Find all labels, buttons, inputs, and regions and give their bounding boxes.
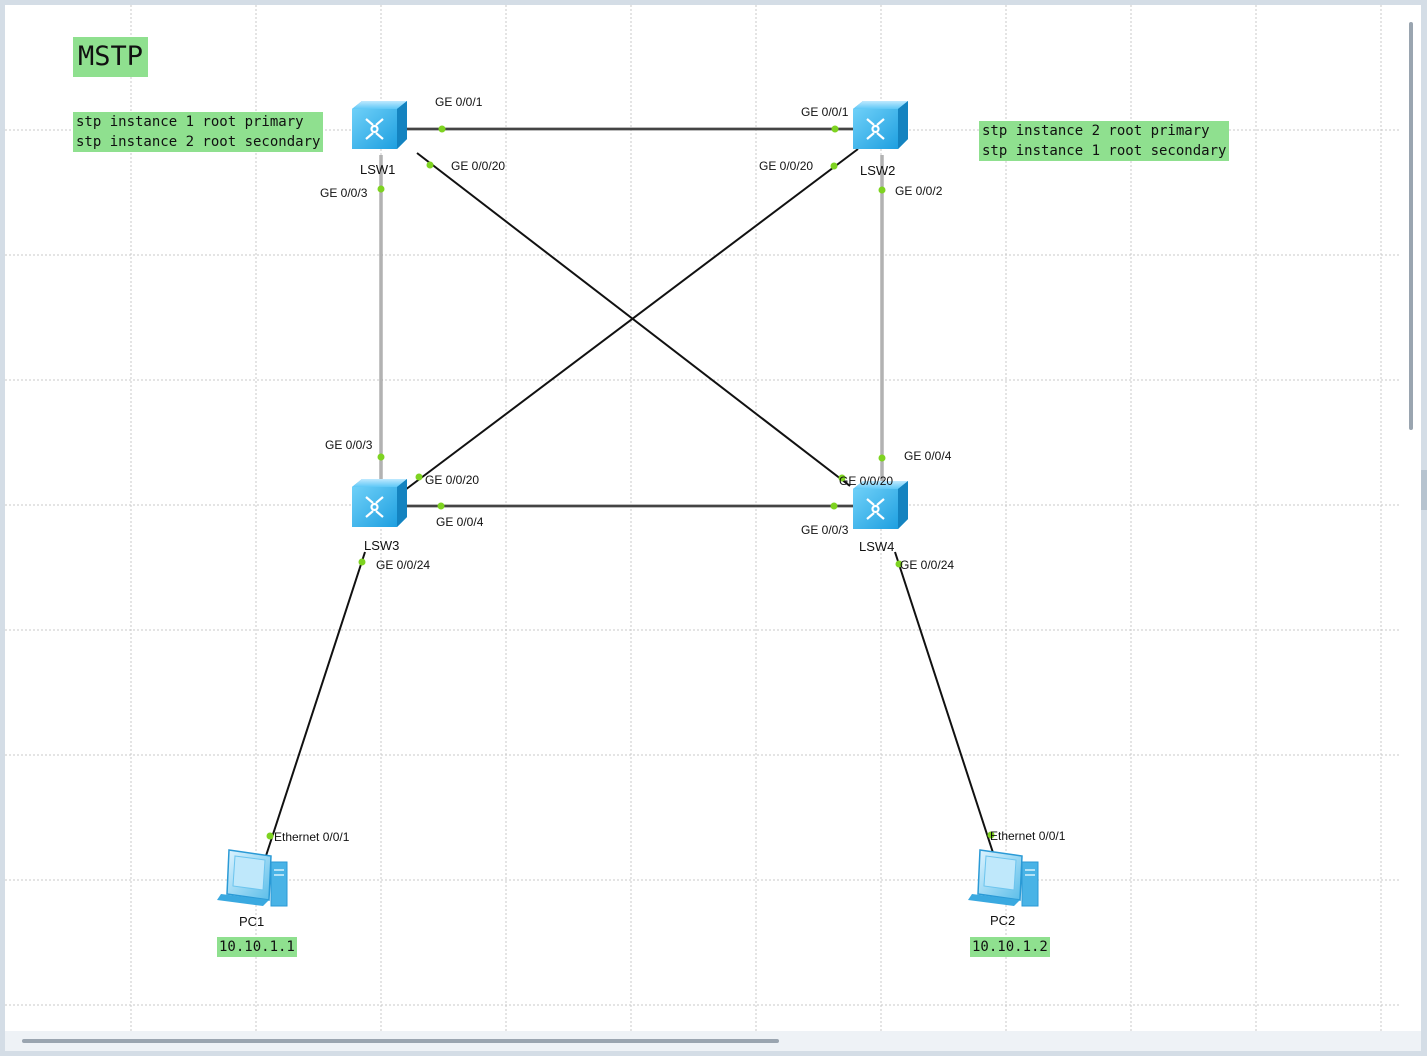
port-label: GE 0/0/20 xyxy=(425,473,480,487)
pc2-ip-note[interactable]: 10.10.1.2 xyxy=(970,937,1050,957)
port-label: GE 0/0/3 xyxy=(320,186,368,200)
port-label: GE 0/0/1 xyxy=(801,105,849,119)
topology-canvas[interactable]: MSTP stp instance 1 root primary stp inst… xyxy=(5,5,1421,1031)
topology-window: MSTP stp instance 1 root primary stp inst… xyxy=(0,0,1427,1056)
pc1-label: PC1 xyxy=(239,914,265,929)
lsw1-config-note[interactable]: stp instance 1 root primary stp instance … xyxy=(73,112,324,152)
port-label: GE 0/0/24 xyxy=(376,558,431,572)
port-label: GE 0/0/20 xyxy=(759,159,814,173)
port-label: GE 0/0/3 xyxy=(801,523,849,537)
side-panel-handle[interactable] xyxy=(1421,470,1427,510)
note-line: stp instance 2 root secondary xyxy=(76,134,321,150)
port-label: GE 0/0/4 xyxy=(436,515,484,529)
vertical-scroll-thumb[interactable] xyxy=(1409,22,1413,430)
port-label: GE 0/0/3 xyxy=(325,438,373,452)
lsw2-config-note[interactable]: stp instance 2 root primary stp instance … xyxy=(979,121,1230,161)
pc1-icon[interactable] xyxy=(217,849,288,907)
horizontal-scroll-thumb[interactable] xyxy=(22,1039,779,1043)
pc1-ip-note[interactable]: 10.10.1.1 xyxy=(217,937,297,957)
port-label: GE 0/0/2 xyxy=(895,184,943,198)
switch-lsw2[interactable] xyxy=(853,101,908,149)
lsw3-label: LSW3 xyxy=(364,538,400,553)
port-label: GE 0/0/20 xyxy=(451,159,506,173)
lsw2-label: LSW2 xyxy=(860,163,896,178)
port-label: GE 0/0/4 xyxy=(904,449,952,463)
link-lsw3-pc1 xyxy=(262,551,366,866)
port-label: GE 0/0/24 xyxy=(900,558,955,572)
note-line: stp instance 2 root primary xyxy=(982,123,1210,139)
link-lsw4-pc2 xyxy=(894,551,998,866)
topology-title[interactable]: MSTP xyxy=(73,37,149,77)
switch-lsw3[interactable] xyxy=(352,479,407,527)
lsw1-label: LSW1 xyxy=(360,162,396,177)
port-label: GE 0/0/1 xyxy=(435,95,483,109)
switch-lsw1[interactable] xyxy=(352,101,407,149)
lsw4-label: LSW4 xyxy=(859,539,895,554)
port-label: GE 0/0/20 xyxy=(839,474,894,488)
switch-lsw4[interactable] xyxy=(853,481,908,529)
port-label: Ethernet 0/0/1 xyxy=(990,829,1066,843)
note-line: stp instance 1 root secondary xyxy=(982,143,1227,159)
port-label: Ethernet 0/0/1 xyxy=(274,830,350,844)
pc2-icon[interactable] xyxy=(968,849,1039,907)
pc2-label: PC2 xyxy=(990,913,1016,928)
note-line: stp instance 1 root primary xyxy=(76,114,304,130)
